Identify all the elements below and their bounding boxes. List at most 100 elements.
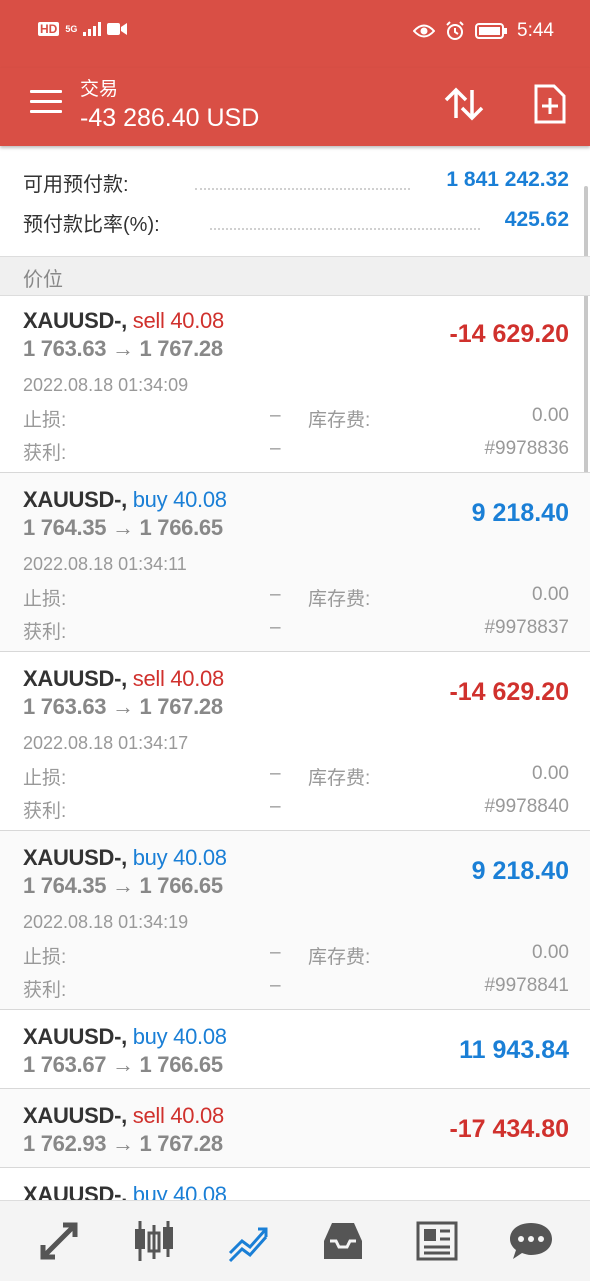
account-balance: -43 286.40 USD <box>80 104 260 132</box>
trade-symbol: XAUUSD-, buy 40.08 <box>23 1182 227 1200</box>
trade-symbol: XAUUSD-, buy 40.08 <box>23 487 227 512</box>
dotted-leader <box>210 226 480 230</box>
network-type: HD <box>38 22 60 36</box>
ticket-number: #9978836 <box>484 438 569 459</box>
stop-loss-value: – <box>270 763 281 784</box>
take-profit-value: – <box>270 617 281 638</box>
video-camera-icon <box>107 23 128 35</box>
swap-label: 库存费: <box>308 947 371 968</box>
menu-button[interactable] <box>30 90 62 114</box>
status-right: 5:44 <box>413 20 554 42</box>
trade-row[interactable]: XAUUSD-, buy 40.08 1 764.35 → 1 766.65 9 2… <box>0 831 590 1010</box>
swap-value: 0.00 <box>532 584 569 605</box>
margin-level-value: 425.62 <box>504 208 569 231</box>
alarm-icon <box>446 21 464 40</box>
new-order-button[interactable] <box>530 82 570 126</box>
signal-type: 5G <box>65 24 78 34</box>
stop-loss-value: – <box>270 942 281 963</box>
ticket-number: #9978837 <box>484 617 569 638</box>
new-document-icon <box>534 84 566 124</box>
trade-symbol: XAUUSD-, sell 40.08 <box>23 308 224 333</box>
margin-level-label: 预付款比率(%): <box>23 214 160 236</box>
nav-chat[interactable] <box>508 1219 554 1263</box>
sort-arrows-icon <box>444 87 484 121</box>
trade-symbol: XAUUSD-, sell 40.08 <box>23 666 224 691</box>
trade-type-lots: sell 40.08 <box>132 1103 224 1128</box>
stop-loss-label: 止损: <box>23 410 67 431</box>
take-profit-value: – <box>270 796 281 817</box>
status-left: HD 5G <box>38 22 128 36</box>
swap-value: 0.00 <box>532 405 569 426</box>
trade-prices: 1 763.63 → 1 767.28 <box>23 336 223 361</box>
trade-open-time: 2022.08.18 01:34:09 <box>23 375 189 395</box>
hamburger-icon <box>30 90 62 93</box>
trade-open-time: 2022.08.18 01:34:11 <box>23 554 187 574</box>
free-margin-value: 1 841 242.32 <box>446 168 569 191</box>
battery-icon <box>475 23 508 39</box>
app-bar: 交易 -43 286.40 USD <box>0 68 590 146</box>
trade-type-lots: buy 40.08 <box>132 487 227 512</box>
stop-loss-label: 止损: <box>23 768 67 789</box>
trade-row[interactable]: XAUUSD-, sell 40.08 1 762.93 → 1 767.28 -1… <box>0 1089 590 1168</box>
nav-history[interactable] <box>320 1219 366 1263</box>
quotes-icon <box>40 1222 78 1260</box>
trade-row[interactable]: XAUUSD-, sell 40.08 1 763.63 → 1 767.28 -1… <box>0 294 590 473</box>
take-profit-label: 获利: <box>23 443 67 464</box>
ticket-number: #9978840 <box>484 796 569 817</box>
stop-loss-label: 止损: <box>23 589 67 610</box>
trade-open-time: 2022.08.18 01:34:19 <box>23 912 189 932</box>
clock-time: 5:44 <box>517 20 554 41</box>
trade-type-lots: sell 40.08 <box>132 308 224 333</box>
nav-quotes[interactable] <box>37 1219 83 1263</box>
positions-section-header: 价位 <box>0 256 590 296</box>
swap-value: 0.00 <box>532 942 569 963</box>
chat-icon <box>510 1223 552 1259</box>
trade-prices: 1 764.35 → 1 766.65 <box>23 515 223 540</box>
trade-profit: 9 218.40 <box>471 857 569 885</box>
trade-type-lots: buy 40.08 <box>132 845 227 870</box>
margin-level-row: 预付款比率(%): 425.62 <box>0 200 590 240</box>
trade-row[interactable]: XAUUSD-, buy 40.08 <box>0 1168 590 1200</box>
stop-loss-value: – <box>270 584 281 605</box>
nav-chart[interactable] <box>131 1219 177 1263</box>
swap-label: 库存费: <box>308 768 371 789</box>
trade-profit: -14 629.20 <box>449 320 569 348</box>
page-title: 交易 <box>80 79 119 100</box>
trade-profit: 9 218.40 <box>471 499 569 527</box>
trade-row[interactable]: XAUUSD-, buy 40.08 1 764.35 → 1 766.65 9 2… <box>0 473 590 652</box>
trade-type-lots: buy 40.08 <box>132 1182 227 1200</box>
take-profit-value: – <box>270 975 281 996</box>
swap-label: 库存费: <box>308 589 371 610</box>
history-icon <box>324 1223 362 1259</box>
trade-profit: 11 943.84 <box>459 1036 569 1064</box>
trade-row[interactable]: XAUUSD-, buy 40.08 1 763.67 → 1 766.65 11 … <box>0 1010 590 1089</box>
stop-loss-label: 止损: <box>23 947 67 968</box>
bottom-navigation <box>0 1200 590 1281</box>
eye-icon <box>413 24 436 38</box>
signal-icon <box>83 22 102 36</box>
trade-prices: 1 763.67 → 1 766.65 <box>23 1052 223 1077</box>
swap-value: 0.00 <box>532 763 569 784</box>
trade-prices: 1 764.35 → 1 766.65 <box>23 873 223 898</box>
section-title: 价位 <box>23 269 63 291</box>
trade-row[interactable]: XAUUSD-, sell 40.08 1 763.63 → 1 767.28 -1… <box>0 652 590 831</box>
trade-prices: 1 762.93 → 1 767.28 <box>23 1131 223 1156</box>
nav-news[interactable] <box>414 1219 460 1263</box>
trade-prices: 1 763.63 → 1 767.28 <box>23 694 223 719</box>
stop-loss-value: – <box>270 405 281 426</box>
trade-profit: -17 434.80 <box>449 1115 569 1143</box>
trade-type-lots: sell 40.08 <box>132 666 224 691</box>
trade-content[interactable]: 可用预付款: 1 841 242.32 预付款比率(%): 425.62 价位 … <box>0 146 590 1200</box>
swap-label: 库存费: <box>308 410 371 431</box>
ticket-number: #9978841 <box>484 975 569 996</box>
take-profit-label: 获利: <box>23 622 67 643</box>
trade-type-lots: buy 40.08 <box>132 1024 227 1049</box>
trade-symbol: XAUUSD-, sell 40.08 <box>23 1103 224 1128</box>
trade-open-time: 2022.08.18 01:34:17 <box>23 733 189 753</box>
dotted-leader <box>195 186 410 190</box>
trade-profit: -14 629.20 <box>449 678 569 706</box>
nav-trade[interactable] <box>226 1219 272 1263</box>
sort-button[interactable] <box>440 82 488 126</box>
free-margin-row: 可用预付款: 1 841 242.32 <box>0 160 590 200</box>
news-icon <box>416 1221 458 1261</box>
